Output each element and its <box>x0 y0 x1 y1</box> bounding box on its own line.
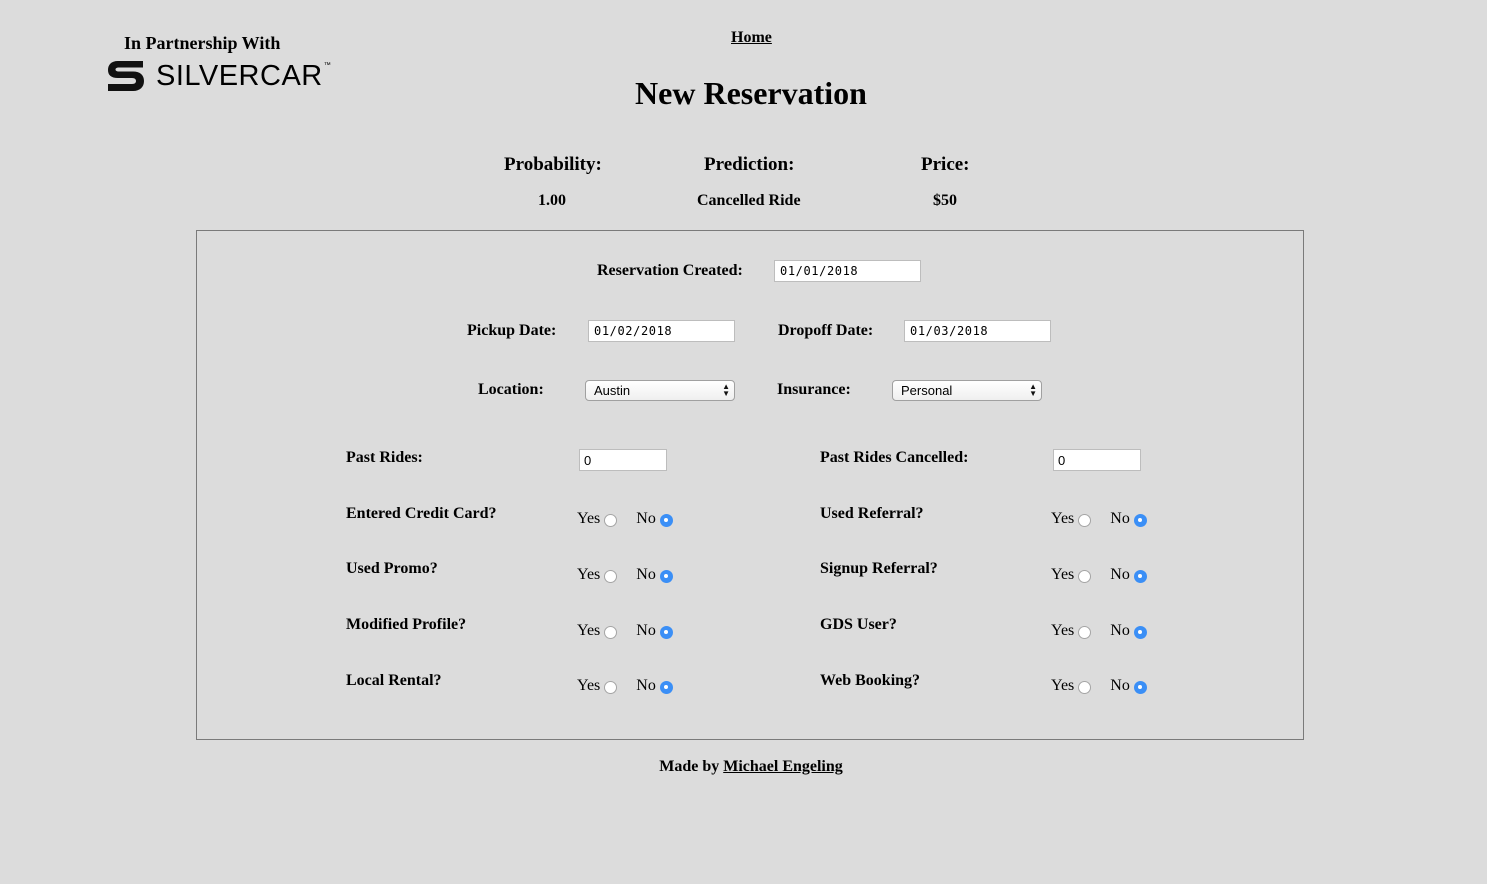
no-label: No <box>636 510 656 527</box>
reservation-created-input[interactable] <box>774 260 921 282</box>
entered-credit-card-label: Entered Credit Card? <box>346 505 497 522</box>
modified-profile-radio-group: Yes No <box>577 622 673 640</box>
local-rental-label: Local Rental? <box>346 672 442 689</box>
location-label: Location: <box>478 381 544 398</box>
location-select[interactable]: Austin ▲ ▼ <box>585 380 735 401</box>
used-promo-label: Used Promo? <box>346 560 438 577</box>
footer: Made by Michael Engeling <box>0 758 1487 776</box>
reservation-form <box>196 230 1304 740</box>
gds-user-yes-radio[interactable] <box>1078 625 1092 639</box>
modified-profile-no-radio[interactable] <box>659 625 673 639</box>
yes-label: Yes <box>1051 622 1075 639</box>
past-rides-label: Past Rides: <box>346 449 423 466</box>
no-label: No <box>636 566 656 583</box>
past-rides-input[interactable] <box>579 449 667 471</box>
yes-label: Yes <box>577 566 601 583</box>
select-arrows-icon: ▲ ▼ <box>722 382 730 398</box>
used-promo-yes-radio[interactable] <box>604 569 618 583</box>
signup-referral-no-radio[interactable] <box>1133 569 1147 583</box>
used-referral-no-radio[interactable] <box>1133 513 1147 527</box>
no-label: No <box>1110 677 1130 694</box>
probability-value: 1.00 <box>538 192 566 209</box>
signup-referral-radio-group: Yes No <box>1051 566 1147 584</box>
entered-credit-card-yes-radio[interactable] <box>604 513 618 527</box>
yes-label: Yes <box>1051 677 1075 694</box>
yes-label: Yes <box>1051 510 1075 527</box>
past-rides-cancelled-input[interactable] <box>1053 449 1141 471</box>
price-value: $50 <box>933 192 957 209</box>
web-booking-no-radio[interactable] <box>1133 680 1147 694</box>
footer-prefix: Made by <box>659 758 720 775</box>
insurance-select[interactable]: Personal ▲ ▼ <box>892 380 1042 401</box>
entered-credit-card-radio-group: Yes No <box>577 510 673 528</box>
no-label: No <box>636 622 656 639</box>
no-label: No <box>1110 566 1130 583</box>
local-rental-no-radio[interactable] <box>659 680 673 694</box>
prediction-label: Prediction: <box>704 154 795 175</box>
reservation-created-label: Reservation Created: <box>597 262 743 279</box>
pickup-date-input[interactable] <box>588 320 735 342</box>
select-arrows-icon: ▲ ▼ <box>1029 382 1037 398</box>
probability-label: Probability: <box>504 154 602 175</box>
yes-label: Yes <box>1051 566 1075 583</box>
author-link[interactable]: Michael Engeling <box>723 758 843 775</box>
used-promo-radio-group: Yes No <box>577 566 673 584</box>
gds-user-radio-group: Yes No <box>1051 622 1147 640</box>
price-label: Price: <box>921 154 970 175</box>
entered-credit-card-no-radio[interactable] <box>659 513 673 527</box>
dropoff-date-input[interactable] <box>904 320 1051 342</box>
used-referral-radio-group: Yes No <box>1051 510 1147 528</box>
dropoff-date-label: Dropoff Date: <box>778 322 874 339</box>
modified-profile-label: Modified Profile? <box>346 616 467 633</box>
no-label: No <box>1110 510 1130 527</box>
yes-label: Yes <box>577 677 601 694</box>
signup-referral-label: Signup Referral? <box>820 560 938 577</box>
web-booking-label: Web Booking? <box>820 672 921 689</box>
trademark-symbol: ™ <box>323 61 331 69</box>
insurance-label: Insurance: <box>777 381 851 398</box>
no-label: No <box>636 677 656 694</box>
local-rental-yes-radio[interactable] <box>604 680 618 694</box>
web-booking-yes-radio[interactable] <box>1078 680 1092 694</box>
gds-user-no-radio[interactable] <box>1133 625 1147 639</box>
yes-label: Yes <box>577 622 601 639</box>
local-rental-radio-group: Yes No <box>577 677 673 695</box>
page-title: New Reservation <box>635 75 867 111</box>
home-link[interactable]: Home <box>731 29 772 47</box>
no-label: No <box>1110 622 1130 639</box>
modified-profile-yes-radio[interactable] <box>604 625 618 639</box>
used-referral-label: Used Referral? <box>820 505 924 522</box>
used-referral-yes-radio[interactable] <box>1078 513 1092 527</box>
location-selected-value: Austin <box>594 383 631 398</box>
insurance-selected-value: Personal <box>901 383 953 398</box>
used-promo-no-radio[interactable] <box>659 569 673 583</box>
pickup-date-label: Pickup Date: <box>467 322 557 339</box>
past-rides-cancelled-label: Past Rides Cancelled: <box>820 449 969 466</box>
partner-text: In Partnership With <box>124 33 281 53</box>
gds-user-label: GDS User? <box>820 616 897 633</box>
web-booking-radio-group: Yes No <box>1051 677 1147 695</box>
signup-referral-yes-radio[interactable] <box>1078 569 1092 583</box>
prediction-value: Cancelled Ride <box>697 192 801 209</box>
yes-label: Yes <box>577 510 601 527</box>
